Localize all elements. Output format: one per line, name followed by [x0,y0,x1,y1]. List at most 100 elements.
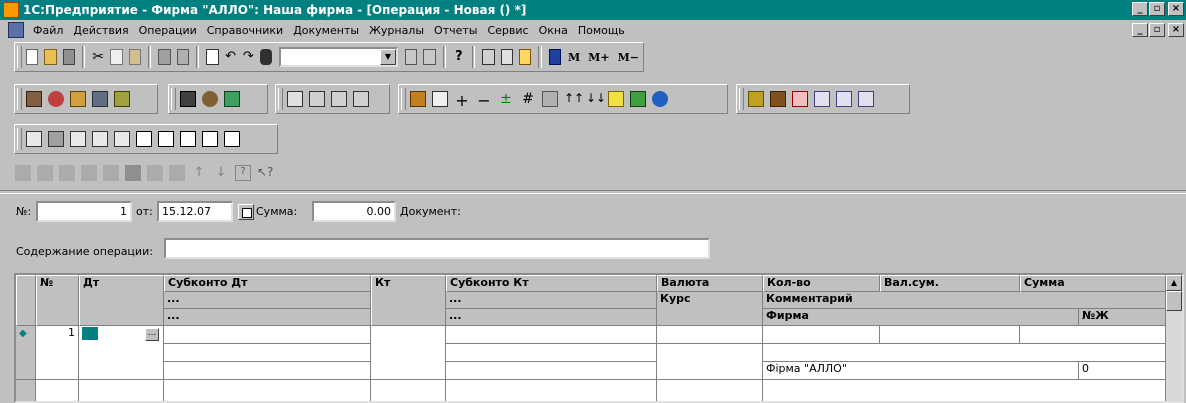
table-row-subkonto-dt-3[interactable] [164,362,371,380]
table-row-empty[interactable] [657,380,763,401]
properties-icon[interactable] [206,49,219,65]
table-row-rate[interactable] [657,344,763,380]
table-row-subkonto-kt-3[interactable] [446,362,657,380]
print-icon[interactable] [158,49,171,65]
journal-postings-icon[interactable] [331,91,347,107]
col-subkonto-kt-header[interactable]: Субконто Кт [446,275,657,292]
report-tree-icon[interactable] [748,91,764,107]
col-firm-header[interactable]: Фирма [763,309,1079,326]
table-row-qty[interactable] [763,326,880,344]
m-plus-button[interactable]: M+ [588,51,609,64]
table-row-comment[interactable] [763,344,1166,362]
table-row-subkonto-dt-1[interactable] [164,326,371,344]
report-turnover-icon[interactable] [770,91,786,107]
coins-icon[interactable] [608,91,624,107]
col-dt-header[interactable]: Дт [79,275,164,326]
form-icon-10[interactable] [224,131,240,147]
vertical-scrollbar[interactable]: ▲ [1166,275,1182,401]
book-icon[interactable] [548,49,561,65]
journal-operations-icon[interactable] [309,91,325,107]
table-row-nzh[interactable]: 0 [1079,362,1166,380]
add-row-icon[interactable]: + [454,91,470,110]
table-row-currency[interactable] [657,326,763,344]
balance-icon[interactable]: ± [498,91,514,107]
col-rate-header[interactable]: Курс [657,292,763,326]
remove-row-icon[interactable]: − [476,91,492,110]
filter-icon[interactable] [92,91,108,107]
col-subkonto-kt-2[interactable]: ... [446,292,657,309]
grid-icon[interactable]: # [520,91,536,107]
edit-icon-8[interactable] [169,165,185,181]
form-icon-8[interactable] [180,131,196,147]
row-selector-empty[interactable] [16,380,36,401]
cut-icon[interactable]: ✂ [92,49,104,65]
table-row-empty[interactable] [446,380,657,401]
mdi-close-button[interactable]: × [1168,23,1184,37]
close-button[interactable]: × [1168,2,1184,16]
table-row-empty[interactable] [164,380,371,401]
edit-icon-7[interactable] [147,165,163,181]
tree-icon[interactable] [114,91,130,107]
table-row-empty[interactable] [79,380,164,401]
col-kt-header[interactable]: Кт [371,275,446,326]
menu-documents[interactable]: Документы [288,24,364,37]
down-arrows-icon[interactable]: ↓↓ [586,91,606,107]
constants-icon[interactable] [180,91,196,107]
table-row-num[interactable]: 1 [36,326,79,380]
rates-icon[interactable] [224,91,240,107]
journal-payments-icon[interactable] [353,91,369,107]
notes-icon[interactable] [518,49,532,65]
m-minus-button[interactable]: M− [618,51,639,64]
table-row-subkonto-kt-1[interactable] [446,326,657,344]
open-folder-icon[interactable] [44,49,57,65]
mdi-minimize-button[interactable]: _ [1132,23,1148,37]
report-cross-icon[interactable] [792,91,808,107]
col-comment-header[interactable]: Комментарий [763,292,1166,309]
scroll-thumb[interactable] [1166,291,1182,311]
menu-journals[interactable]: Журналы [364,24,429,37]
row-selector[interactable]: ◆ [16,326,36,380]
minimize-button[interactable]: _ [1132,2,1148,16]
doc-new-icon[interactable] [432,91,448,107]
binoculars-icon[interactable] [260,49,273,65]
col-sum-header[interactable]: Сумма [1020,275,1166,292]
sum-field[interactable]: 0.00 [312,201,396,222]
form-icon-1[interactable] [26,131,42,147]
form-icon-6[interactable] [136,131,152,147]
table-row-empty[interactable] [371,380,446,401]
col-currency-header[interactable]: Валюта [657,275,763,292]
col-num-header[interactable]: № [36,275,79,326]
edit-icon-5[interactable] [103,165,119,181]
form-icon-5[interactable] [114,131,130,147]
select-account-button[interactable]: ... [145,328,159,341]
report-card-icon[interactable] [836,91,852,107]
table-row-kt[interactable] [371,326,446,380]
find-icon[interactable] [404,49,418,65]
menu-reports[interactable]: Отчеты [429,24,482,37]
table-row-subkonto-dt-2[interactable] [164,344,371,362]
menu-windows[interactable]: Окна [534,24,573,37]
edit-icon-1[interactable] [15,165,31,181]
date-field[interactable]: 15.12.07 [157,201,233,222]
copy-icon[interactable] [110,49,123,65]
menu-help[interactable]: Помощь [573,24,630,37]
form-icon-2[interactable] [48,131,64,147]
up-arrows-icon[interactable]: ↑↑ [564,91,584,107]
menu-service[interactable]: Сервис [482,24,533,37]
arrow-up-icon[interactable]: ↑ [191,165,207,181]
form-icon-9[interactable] [202,131,218,147]
document-menu-icon[interactable] [8,22,24,38]
context-help-icon[interactable]: ↖? [257,165,273,181]
new-doc-icon[interactable] [26,49,39,65]
num-field[interactable]: 1 [36,201,132,222]
redo-icon[interactable]: ↷ [242,49,254,65]
edit-icon-6[interactable] [125,165,141,181]
bank-icon[interactable] [652,91,668,107]
chart-of-accounts-icon[interactable] [26,91,42,107]
question-icon[interactable]: ? [235,165,251,181]
save-icon[interactable] [62,49,75,65]
calculator-icon[interactable] [482,49,495,65]
form-icon-7[interactable] [158,131,174,147]
col-nzh-header[interactable]: №Ж [1079,309,1166,326]
maximize-button[interactable]: ▫ [1149,2,1165,16]
